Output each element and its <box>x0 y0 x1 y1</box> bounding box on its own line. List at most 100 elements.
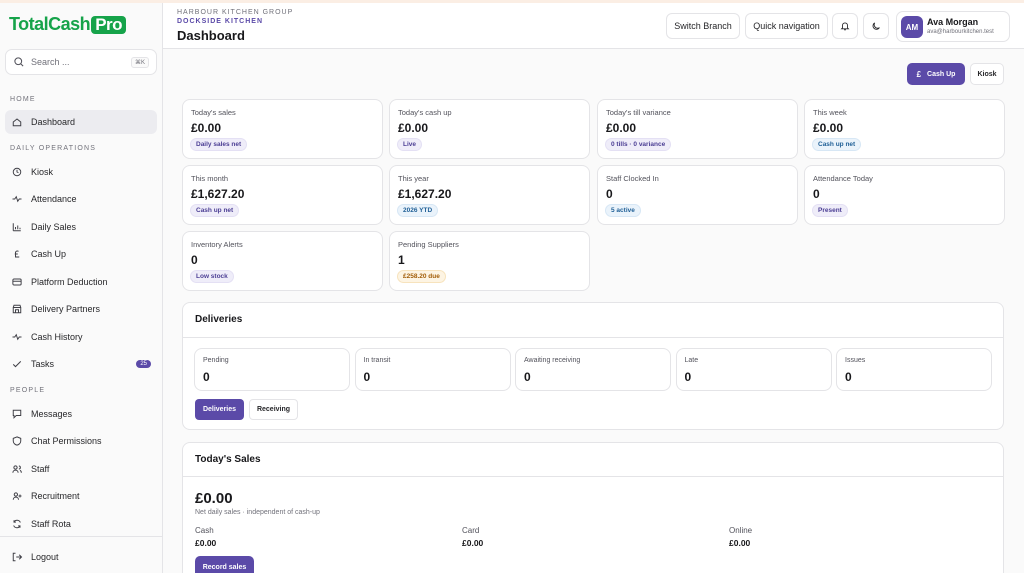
delivery-stat-card[interactable]: Pending 0 <box>194 348 350 391</box>
stat-card[interactable]: Today's cash up £0.00 Live <box>389 99 590 159</box>
check-icon <box>12 361 22 368</box>
stat-card[interactable]: Staff Clocked In 0 5 active <box>597 165 798 225</box>
brand-logo[interactable]: TotalCash Pro <box>9 14 127 35</box>
logout-icon <box>12 552 23 562</box>
sidebar-item-label: Dashboard <box>31 117 76 127</box>
switch-branch-button[interactable]: Switch Branch <box>666 13 740 39</box>
stat-card[interactable]: This month £1,627.20 Cash up net <box>182 165 383 225</box>
stat-card[interactable]: Attendance Today 0 Present <box>804 165 1005 225</box>
activity-icon <box>12 333 22 341</box>
user-email: ava@harbourkitchen.test <box>927 29 994 35</box>
logout-button[interactable]: Logout <box>5 545 157 569</box>
sidebar-item-daily-sales[interactable]: Daily Sales <box>5 215 157 239</box>
delivery-stat-card[interactable]: In transit 0 <box>354 348 511 391</box>
brand-badge: Pro <box>91 15 127 34</box>
delivery-stat-label: Late <box>684 357 699 364</box>
sidebar-item-label: Staff <box>31 464 50 474</box>
delivery-stat-value: 0 <box>684 370 692 384</box>
sidebar-item-delivery-partners[interactable]: Delivery Partners <box>5 297 157 321</box>
delivery-stat-card[interactable]: Awaiting receiving 0 <box>515 348 671 391</box>
sidebar-item-recruitment[interactable]: Recruitment <box>5 484 157 508</box>
shield-icon <box>12 436 22 446</box>
logout-label: Logout <box>31 552 59 562</box>
sidebar-item-platform-deduction[interactable]: Platform Deduction <box>5 270 157 294</box>
sidebar-item-dashboard[interactable]: Dashboard <box>5 110 157 134</box>
quick-navigation-button[interactable]: Quick navigation <box>745 13 828 39</box>
main-content: £ Cash Up Kiosk Today's sales £0.00 Daily … <box>163 50 1024 573</box>
delivery-stat-value: 0 <box>845 370 852 384</box>
stat-value: £1,627.20 <box>398 187 452 201</box>
stat-card[interactable]: This week £0.00 Cash up net <box>804 99 1005 159</box>
sidebar-item-tasks[interactable]: Tasks 25 <box>5 352 157 376</box>
sales-breakdown-label: Cash <box>195 526 214 535</box>
stat-card[interactable]: Today's sales £0.00 Daily sales net <box>182 99 383 159</box>
delivery-stat-value: 0 <box>203 370 210 384</box>
stat-label: This week <box>813 108 847 117</box>
delivery-stat-value: 0 <box>363 370 371 384</box>
stat-label: Today's till variance <box>606 108 671 117</box>
stat-label: Attendance Today <box>813 174 873 183</box>
search-input[interactable]: Search ... ⌘K <box>5 49 157 75</box>
delivery-stat-label: Awaiting receiving <box>524 357 581 364</box>
notifications-button[interactable] <box>832 13 858 39</box>
user-menu[interactable]: AM Ava Morgan ava@harbourkitchen.test <box>896 11 1010 42</box>
stat-chip: Present <box>812 204 848 217</box>
stat-chip: Live <box>397 138 423 151</box>
delivery-stat-value: 0 <box>524 370 531 384</box>
deliveries-divider <box>183 337 1003 338</box>
sidebar-item-label: Recruitment <box>31 491 80 501</box>
home-icon <box>12 118 22 127</box>
user-name: Ava Morgan <box>927 17 979 27</box>
sidebar-section-title: HOME <box>10 96 36 103</box>
sidebar-section-title: DAILY OPERATIONS <box>10 145 97 152</box>
cash-up-button[interactable]: £ Cash Up <box>907 63 965 85</box>
stat-label: This year <box>398 174 429 183</box>
stat-card[interactable]: Inventory Alerts 0 Low stock <box>182 231 383 291</box>
bell-icon <box>840 22 850 31</box>
delivery-stat-card[interactable]: Late 0 <box>675 348 832 391</box>
sales-breakdown-label: Online <box>729 526 753 535</box>
tab-deliveries[interactable]: Deliveries <box>195 399 244 420</box>
sidebar: TotalCash Pro Search ... ⌘K HOME Dashboar… <box>0 3 163 573</box>
user-plus-icon <box>12 492 22 500</box>
sidebar-item-cash-up[interactable]: Cash Up <box>5 242 157 266</box>
stat-chip: Daily sales net <box>190 138 248 151</box>
refresh-icon <box>13 519 21 529</box>
sidebar-item-messages[interactable]: Messages <box>5 402 157 426</box>
record-sales-button[interactable]: Record sales <box>195 556 254 573</box>
sidebar-item-label: Chat Permissions <box>31 436 102 446</box>
stat-value: £0.00 <box>191 121 222 135</box>
stat-card[interactable]: Pending Suppliers 1 £258.20 due <box>389 231 590 291</box>
sidebar-item-staff[interactable]: Staff <box>5 457 157 481</box>
delivery-stat-label: Issues <box>845 357 866 364</box>
search-shortcut: ⌘K <box>130 56 149 68</box>
stat-chip: 2026 YTD <box>397 204 439 217</box>
delivery-stat-label: Pending <box>203 357 229 364</box>
sidebar-item-chat-permissions[interactable]: Chat Permissions <box>5 429 157 453</box>
stat-card[interactable]: This year £1,627.20 2026 YTD <box>389 165 590 225</box>
theme-toggle-button[interactable] <box>863 13 889 39</box>
sidebar-item-kiosk[interactable]: Kiosk <box>5 160 157 184</box>
sidebar-item-cash-history[interactable]: Cash History <box>5 325 157 349</box>
deliveries-panel: Deliveries Pending 0 In transit 0 Awaiting r… <box>182 302 1004 430</box>
stat-value: £0.00 <box>606 121 637 135</box>
sidebar-item-staff-rota[interactable]: Staff Rota <box>5 512 157 536</box>
stat-label: This month <box>191 174 229 183</box>
sidebar-item-attendance[interactable]: Attendance <box>5 187 157 211</box>
sidebar-item-label: Delivery Partners <box>31 304 101 314</box>
avatar: AM <box>901 16 923 38</box>
kitchen-name: DOCKSIDE KITCHEN <box>177 18 264 25</box>
sidebar-item-label: Cash Up <box>31 249 67 259</box>
sidebar-section-title: PEOPLE <box>10 387 46 394</box>
moon-icon <box>872 22 880 30</box>
stat-card[interactable]: Today's till variance £0.00 0 tills · 0 va… <box>597 99 798 159</box>
currency-icon <box>14 250 20 258</box>
top-header: HARBOUR KITCHEN GROUP DOCKSIDE KITCHEN D… <box>163 3 1024 49</box>
kiosk-button[interactable]: Kiosk <box>970 63 1004 85</box>
stat-value: £0.00 <box>813 121 844 135</box>
sales-breakdown-label: Card <box>462 526 480 535</box>
stat-label: Today's sales <box>191 108 236 117</box>
tab-receiving[interactable]: Receiving <box>249 399 298 420</box>
stat-chip: Cash up net <box>190 204 240 217</box>
delivery-stat-card[interactable]: Issues 0 <box>836 348 992 391</box>
